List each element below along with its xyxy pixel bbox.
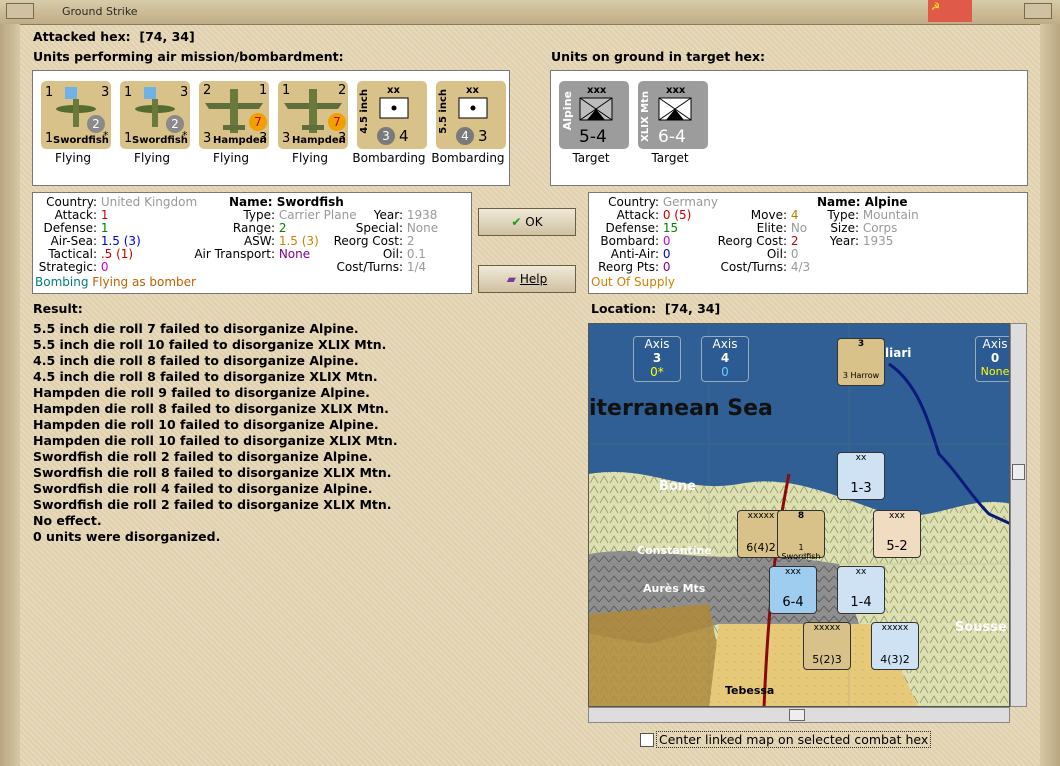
map-unit-counter[interactable]: 8 1 Swordfish	[777, 510, 825, 561]
unit-status: Flying	[134, 151, 170, 165]
result-line: 5.5 inch die roll 7 failed to disorganiz…	[33, 321, 359, 336]
place-label: Bone	[659, 479, 696, 494]
air-unit-counter[interactable]: 1 2 3 3 7 Hampden	[278, 81, 348, 149]
ground-unit-counter[interactable]: XLIX Mtn xxx 6-4	[638, 81, 708, 149]
horizontal-scroll-thumb[interactable]	[789, 709, 805, 721]
result-line: Swordfish die roll 4 failed to disorgani…	[33, 481, 373, 496]
result-line: Hampden die roll 8 failed to disorganize…	[33, 401, 389, 416]
ground-unit-info-panel: Country: Germany Attack: 0 (5) Defense: …	[588, 192, 1028, 294]
artillery-symbol-icon	[458, 97, 488, 119]
vertical-scroll-thumb[interactable]	[1012, 464, 1025, 480]
map-vertical-scrollbar[interactable]	[1010, 323, 1027, 707]
result-line: 0 units were disorganized.	[33, 529, 221, 544]
air-units-panel: 1 3 1 2 * Swordfish Flying 1 3 1 2 * Swo…	[32, 70, 510, 186]
result-line: 5.5 inch die roll 10 failed to disorgani…	[33, 337, 387, 352]
result-line: Swordfish die roll 2 failed to disorgani…	[33, 497, 392, 512]
unit-status: Target	[572, 151, 610, 165]
air-unit-counter[interactable]: 2 1 3 3 7 Hampden	[199, 81, 269, 149]
result-line: Hampden die roll 10 failed to disorganiz…	[33, 433, 398, 448]
restore-button[interactable]	[1024, 3, 1052, 19]
defense-value: 1	[100, 221, 109, 235]
axis-sea-zone-box[interactable]: Axis 4 0	[701, 336, 749, 382]
map-unit-counter[interactable]: xxx 6-4	[769, 566, 817, 614]
window-title: Ground Strike	[62, 5, 138, 18]
unit-status: Bombarding	[431, 151, 505, 165]
result-line: Hampden die roll 9 failed to disorganize…	[33, 385, 370, 400]
right-frame	[1040, 24, 1060, 766]
country-value: United Kingdom	[100, 195, 198, 209]
ground-strike-window: Ground Strike Attacked hex: [74, 34] Uni…	[0, 0, 1060, 766]
center-map-checkbox[interactable]	[640, 733, 654, 747]
place-label: liari	[885, 346, 912, 360]
place-label: Aurès Mts	[643, 582, 706, 595]
map-unit-counter[interactable]: xxxxx 5(2)3	[803, 622, 851, 670]
axis-sea-zone-box[interactable]: Axis 0 None	[975, 336, 1009, 382]
result-line: 4.5 inch die roll 8 failed to disorganiz…	[33, 369, 378, 384]
unit-status: Target	[651, 151, 689, 165]
air-unit-counter[interactable]: 1 3 1 2 * Swordfish	[41, 81, 111, 149]
checkmark-icon: ✔	[511, 215, 522, 229]
result-line: No effect.	[33, 513, 102, 528]
map-unit-counter[interactable]: xxx 5-2	[873, 510, 921, 558]
title-bar: Ground Strike	[0, 0, 1060, 25]
map-unit-counter[interactable]: xxxxx 4(3)2	[871, 622, 919, 670]
map-unit-counter[interactable]: xx 1-4	[837, 566, 885, 614]
place-label: Constantine	[637, 544, 712, 557]
result-line: Swordfish die roll 8 failed to disorgani…	[33, 465, 392, 480]
axis-sea-zone-box[interactable]: Axis 3 0*	[633, 336, 681, 382]
center-map-label[interactable]: Center linked map on selected combat hex	[656, 731, 932, 748]
left-frame	[0, 24, 20, 766]
location-label: Location: [74, 34]	[591, 301, 721, 316]
attacked-hex-label: Attacked hex: [74, 34]	[33, 29, 195, 44]
unit-status: Bombarding	[352, 151, 426, 165]
map-unit-counter[interactable]: xx 1-3	[837, 452, 885, 500]
bombard-unit-counter[interactable]: 5.5 inch xx 4 3	[436, 81, 506, 149]
help-button[interactable]: ▰ Help	[478, 265, 576, 293]
ground-unit-counter[interactable]: Alpine xxx 5-4	[559, 81, 629, 149]
close-button[interactable]	[928, 0, 972, 22]
artillery-symbol-icon	[379, 97, 409, 119]
unit-name: Swordfish	[276, 195, 344, 209]
map-horizontal-scrollbar[interactable]	[588, 707, 1010, 723]
mountain-infantry-symbol-icon	[658, 97, 692, 121]
sea-label: iterranean Sea	[589, 396, 773, 421]
place-label: Tebessa	[725, 684, 775, 697]
unit-status: Flying	[55, 151, 91, 165]
bombard-unit-counter[interactable]: 4.5 inch xx 3 4	[357, 81, 427, 149]
air-unit-info-panel: Country: United Kingdom Attack: 1 Defens…	[32, 192, 472, 294]
result-line: Swordfish die roll 2 failed to disorgani…	[33, 449, 373, 464]
map-unit-counter[interactable]: 3 3 Harrow	[837, 338, 885, 386]
book-icon: ▰	[506, 272, 517, 286]
ground-units-label: Units on ground in target hex:	[551, 49, 766, 64]
result-line: 4.5 inch die roll 8 failed to disorganiz…	[33, 353, 359, 368]
air-units-label: Units performing air mission/bombardment…	[33, 49, 344, 64]
system-menu-button[interactable]	[6, 3, 34, 19]
mountain-infantry-symbol-icon	[579, 97, 613, 121]
unit-status: Flying	[292, 151, 328, 165]
air-unit-counter[interactable]: 1 3 1 2 * Swordfish	[120, 81, 190, 149]
result-line: Hampden die roll 10 failed to disorganiz…	[33, 417, 379, 432]
unit-status: Flying	[213, 151, 249, 165]
ok-button[interactable]: ✔ OK	[478, 208, 576, 236]
place-label: Sousse	[955, 620, 1007, 635]
ground-units-panel: Alpine xxx 5-4 Target XLIX Mtn xxx 6-4 T…	[550, 70, 1028, 186]
attack-value: 1	[100, 208, 109, 222]
linked-map[interactable]: iterranean Sea Bone Constantine Aurès Mt…	[588, 323, 1010, 707]
attacked-hex-value: [74, 34]	[139, 29, 195, 44]
result-label: Result:	[33, 301, 83, 316]
location-value: [74, 34]	[664, 301, 721, 316]
